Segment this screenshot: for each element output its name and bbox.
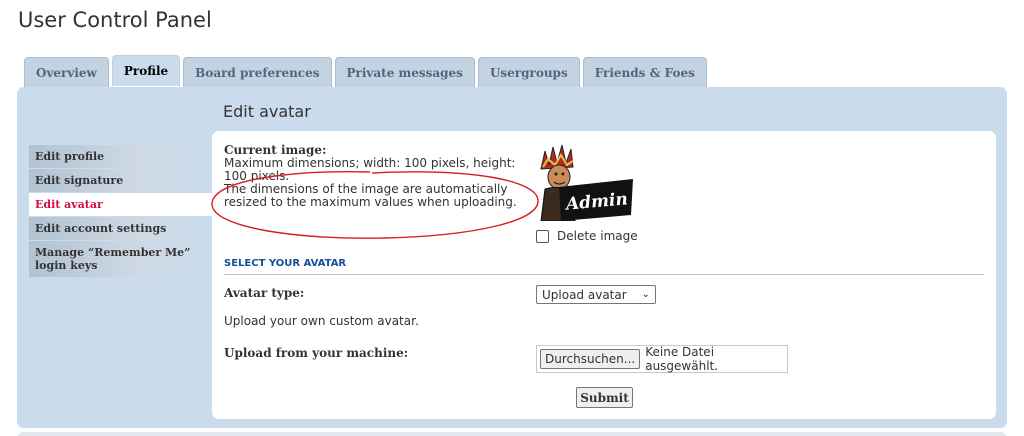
menu-item-edit-signature[interactable]: Edit signature xyxy=(29,169,212,192)
delete-image-row[interactable]: Delete image xyxy=(536,229,638,243)
page-title: User Control Panel xyxy=(18,8,212,32)
menu-item-edit-avatar[interactable]: Edit avatar xyxy=(29,193,212,216)
tab-profile[interactable]: Profile xyxy=(111,55,181,86)
avatar-type-label: Avatar type: xyxy=(224,286,305,300)
avatar-type-value: Upload avatar xyxy=(542,287,627,302)
next-panel-edge xyxy=(17,432,1007,436)
tab-bar: Overview Profile Board preferences Priva… xyxy=(24,55,710,87)
avatar-type-select[interactable]: Upload avatar ⌄ xyxy=(536,285,656,304)
current-image-label: Current image: xyxy=(224,143,327,157)
current-image-text: Maximum dimensions; width: 100 pixels, h… xyxy=(224,157,534,209)
tab-friends-foes[interactable]: Friends & Foes xyxy=(582,57,707,87)
no-file-selected-text: Keine Datei ausgewählt. xyxy=(645,345,719,373)
menu-item-edit-account-settings[interactable]: Edit account settings xyxy=(29,217,212,240)
resize-note-text: The dimensions of the image are automati… xyxy=(224,182,517,209)
profile-panel: Edit avatar Edit profile Edit signature … xyxy=(17,87,1007,428)
delete-image-label[interactable]: Delete image xyxy=(557,229,638,243)
section-divider xyxy=(224,274,984,275)
side-menu: Edit profile Edit signature Edit avatar … xyxy=(29,145,212,278)
delete-image-checkbox[interactable] xyxy=(536,229,549,243)
submit-button[interactable]: Submit xyxy=(576,387,633,408)
chevron-down-icon: ⌄ xyxy=(641,289,650,300)
tab-private-messages[interactable]: Private messages xyxy=(334,57,475,87)
tab-usergroups[interactable]: Usergroups xyxy=(477,57,580,87)
select-avatar-heading: SELECT YOUR AVATAR xyxy=(224,258,347,269)
browse-button[interactable]: Durchsuchen... xyxy=(540,349,641,369)
upload-machine-label: Upload from your machine: xyxy=(224,346,409,360)
menu-item-remember-me-keys[interactable]: Manage “Remember Me” login keys xyxy=(29,241,212,277)
tab-overview[interactable]: Overview xyxy=(24,57,109,87)
max-dimensions-text: Maximum dimensions; width: 100 pixels, h… xyxy=(224,156,516,183)
edit-avatar-form: Current image: Maximum dimensions; width… xyxy=(212,131,996,419)
file-upload-field[interactable]: Durchsuchen... Keine Datei ausgewählt. xyxy=(536,345,788,373)
panel-heading: Edit avatar xyxy=(223,102,311,121)
avatar-image: Admin xyxy=(540,144,633,221)
menu-item-edit-profile[interactable]: Edit profile xyxy=(29,145,212,168)
upload-description: Upload your own custom avatar. xyxy=(224,314,419,328)
tab-board-preferences[interactable]: Board preferences xyxy=(183,57,332,87)
